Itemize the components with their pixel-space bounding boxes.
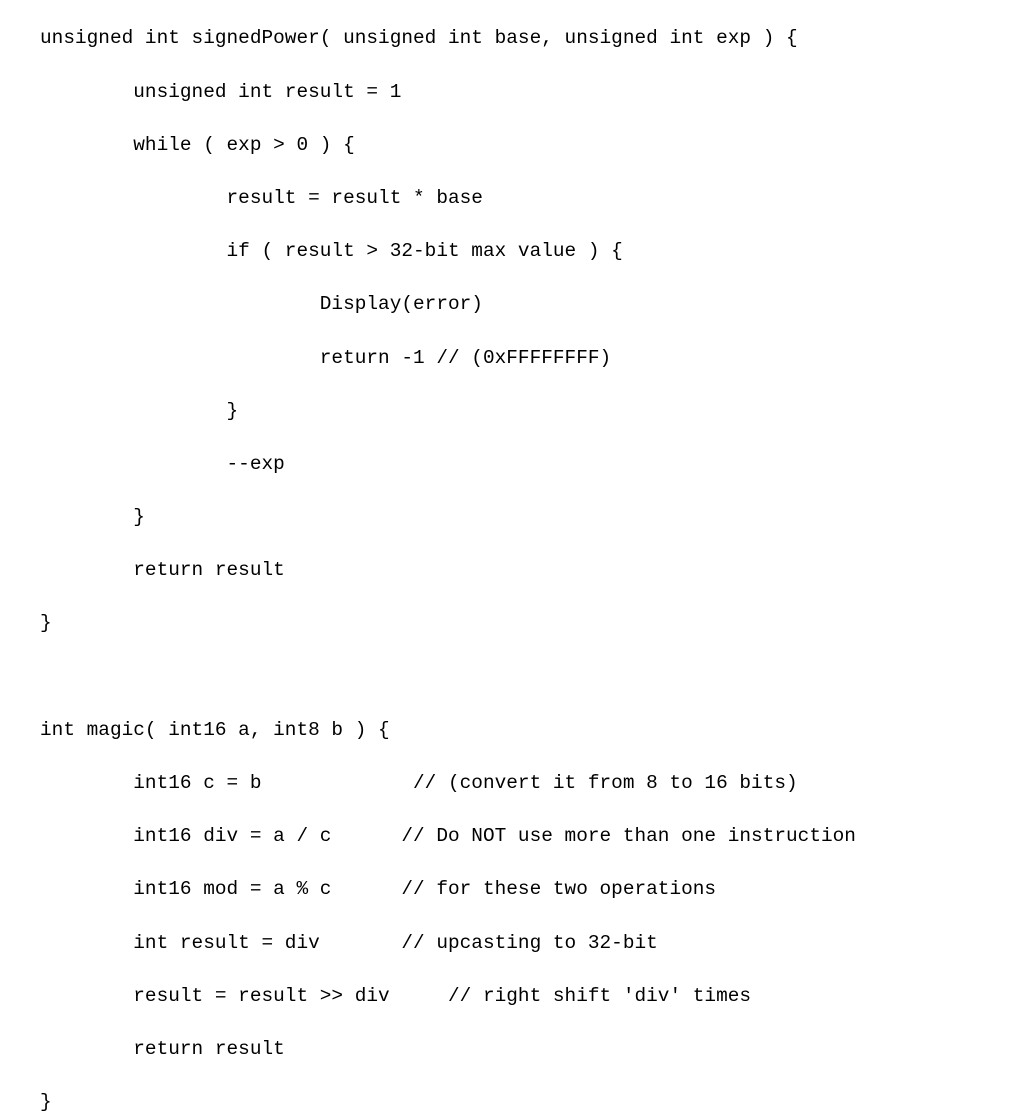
code-line: while ( exp > 0 ) {: [40, 133, 355, 156]
code-line: unsigned int result = 1: [40, 80, 402, 103]
code-line: int result = div // upcasting to 32-bit: [40, 931, 658, 954]
code-line: int16 c = b // (convert it from 8 to 16 …: [40, 772, 798, 795]
code-line: return -1 // (0xFFFFFFFF): [40, 346, 612, 369]
code-line: }: [40, 399, 239, 422]
code-line: if ( result > 32-bit max value ) {: [40, 240, 623, 263]
code-line: unsigned int signedPower( unsigned int b…: [40, 27, 798, 50]
code-line: return result: [40, 559, 285, 582]
code-line: }: [40, 506, 145, 529]
code-line: Display(error): [40, 293, 483, 316]
code-line: int16 div = a / c // Do NOT use more tha…: [40, 825, 856, 848]
code-line: int magic( int16 a, int8 b ) {: [40, 718, 390, 741]
code-line: }: [40, 612, 52, 635]
code-line: }: [40, 1091, 52, 1114]
code-line: int16 mod = a % c // for these two opera…: [40, 878, 717, 901]
code-line: return result: [40, 1037, 285, 1060]
code-line: --exp: [40, 452, 285, 475]
code-line: result = result >> div // right shift 'd…: [40, 984, 752, 1007]
code-listing: unsigned int signedPower( unsigned int b…: [40, 25, 1020, 1115]
code-line: result = result * base: [40, 186, 483, 209]
